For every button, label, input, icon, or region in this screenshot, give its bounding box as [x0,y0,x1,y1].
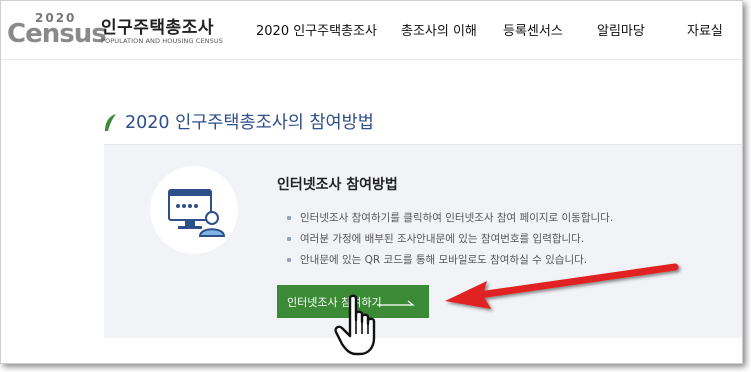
nav-item-2020-census[interactable]: 2020 인구주택총조사 [256,20,377,39]
hand-pointer-icon [334,294,376,356]
panel-heading: 인터넷조사 참여방법 [277,177,398,193]
nav-item-notice-board[interactable]: 알림마당 [597,20,645,39]
leaf-icon [105,114,116,131]
computer-user-icon [150,166,238,254]
arrow-right-icon [377,300,415,306]
section-title: 2020 인구주택총조사의 참여방법 [125,113,374,133]
red-arrow-icon [445,263,679,309]
list-item: 여러분 가정에 배부된 조사안내문에 있는 참여번호를 입력합니다. [284,232,613,253]
site-header: 2020 Census 인구주택총조사 POPULATION AND HOUSI… [1,1,742,60]
nav-item-data-room[interactable]: 자료실 [687,20,723,39]
list-item: 인터넷조사 참여하기를 클릭하여 인터넷조사 참여 페이지로 이동합니다. [284,211,613,232]
main-nav: 2020 인구주택총조사 총조사의 이해 등록센서스 알림마당 자료실 [1,20,742,40]
nav-item-census-understanding[interactable]: 총조사의 이해 [401,20,477,39]
browser-frame: 2020 Census 인구주택총조사 POPULATION AND HOUSI… [0,0,743,364]
nav-item-register-census[interactable]: 등록센서스 [503,20,563,39]
